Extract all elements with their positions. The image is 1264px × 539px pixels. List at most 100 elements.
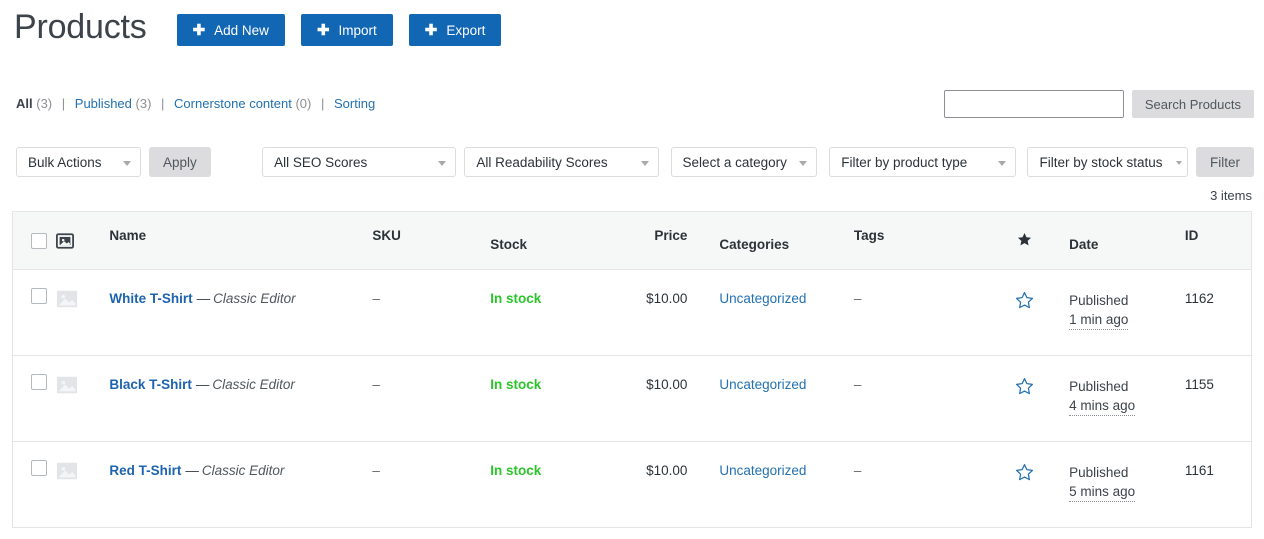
row-sku-cell: – (372, 442, 490, 528)
row-featured-cell (989, 356, 1061, 442)
name-separator: — (185, 463, 199, 478)
post-state-label: Classic Editor (202, 463, 285, 478)
plus-icon: ✚ (317, 23, 330, 38)
column-header-categories: Categories (705, 212, 842, 270)
row-categories-cell: Uncategorized (705, 356, 842, 442)
seo-scores-select[interactable]: All SEO Scores (262, 147, 456, 177)
plus-icon: ✚ (193, 23, 206, 38)
export-button[interactable]: ✚ Export (409, 14, 502, 46)
view-separator: | (321, 96, 324, 111)
table-head: Name SKU Stock Price Categories Tags (13, 212, 1252, 270)
row-price-cell: $10.00 (616, 442, 705, 528)
category-select[interactable]: Select a category (671, 147, 818, 177)
view-link-cornerstone-content[interactable]: Cornerstone content (174, 96, 292, 111)
add-new-label: Add New (214, 23, 269, 38)
search-box: Search Products (944, 90, 1254, 118)
row-checkbox-cell (13, 270, 56, 356)
apply-button[interactable]: Apply (149, 147, 211, 177)
column-header-thumbnail (56, 212, 99, 270)
row-sku-cell: – (372, 270, 490, 356)
view-link-published[interactable]: Published (75, 96, 132, 111)
product-type-select[interactable]: Filter by product type (829, 147, 1015, 177)
star-outline-icon[interactable] (1015, 291, 1034, 310)
view-link-sorting[interactable]: Sorting (334, 96, 375, 111)
category-label: Select a category (683, 155, 787, 170)
row-checkbox[interactable] (31, 460, 47, 476)
row-thumbnail-cell (56, 356, 99, 442)
row-checkbox[interactable] (31, 288, 47, 304)
chevron-down-icon (123, 161, 131, 166)
view-link-all[interactable]: All (16, 96, 33, 111)
column-header-sku[interactable]: SKU (372, 212, 490, 270)
row-id-cell: 1162 (1175, 270, 1252, 356)
stock-status-label: Filter by stock status (1039, 155, 1162, 170)
items-count-row: 3 items (0, 188, 1264, 203)
row-stock-cell: In stock (490, 270, 616, 356)
row-price-cell: $10.00 (616, 270, 705, 356)
category-link[interactable]: Uncategorized (719, 291, 806, 306)
product-id: 1162 (1185, 291, 1214, 306)
items-count: 3 items (1210, 188, 1252, 203)
view-count-all: (3) (36, 96, 52, 111)
row-checkbox[interactable] (31, 374, 47, 390)
readability-scores-label: All Readability Scores (476, 155, 607, 170)
chevron-down-icon (641, 161, 649, 166)
row-tags-cell: – (842, 270, 989, 356)
bulk-actions-select[interactable]: Bulk Actions (16, 147, 141, 177)
row-featured-cell (989, 442, 1061, 528)
search-products-button[interactable]: Search Products (1132, 90, 1254, 118)
column-header-select-all (13, 212, 56, 270)
column-header-tags: Tags (842, 212, 989, 270)
date-relative: 5 mins ago (1069, 482, 1135, 502)
filter-button[interactable]: Filter (1196, 147, 1254, 177)
import-button[interactable]: ✚ Import (301, 14, 393, 46)
date-status: Published (1069, 291, 1175, 310)
header-action-buttons: ✚ Add New ✚ Import ✚ Export (177, 14, 502, 46)
column-header-date[interactable]: Date (1061, 212, 1175, 270)
image-placeholder-icon (56, 460, 78, 482)
column-header-stock[interactable]: Stock (490, 212, 616, 270)
row-tags-cell: – (842, 356, 989, 442)
row-featured-cell (989, 270, 1061, 356)
stock-status-badge: In stock (490, 377, 541, 392)
name-separator: — (196, 377, 210, 392)
export-label: Export (446, 23, 485, 38)
column-header-featured[interactable] (989, 212, 1061, 270)
product-id: 1155 (1185, 377, 1214, 392)
chevron-down-icon (1176, 161, 1182, 165)
select-all-checkbox[interactable] (31, 233, 47, 249)
search-input[interactable] (944, 90, 1124, 118)
star-outline-icon[interactable] (1015, 463, 1034, 482)
row-id-cell: 1161 (1175, 442, 1252, 528)
row-name-cell: Black T-Shirt—Classic Editor (99, 356, 372, 442)
image-icon (56, 232, 74, 250)
views-filter-links: All (3) | Published (3) | Cornerstone co… (16, 90, 375, 114)
product-id: 1161 (1185, 463, 1214, 478)
row-stock-cell: In stock (490, 442, 616, 528)
date-relative: 1 min ago (1069, 310, 1128, 330)
category-link[interactable]: Uncategorized (719, 463, 806, 478)
table-header-row: Name SKU Stock Price Categories Tags (13, 212, 1252, 270)
stock-status-select[interactable]: Filter by stock status (1027, 147, 1188, 177)
row-categories-cell: Uncategorized (705, 442, 842, 528)
product-name-link[interactable]: Black T-Shirt (109, 377, 192, 392)
column-header-name[interactable]: Name (99, 212, 372, 270)
view-separator: | (62, 96, 65, 111)
product-name-link[interactable]: Red T-Shirt (109, 463, 181, 478)
row-sku-cell: – (372, 356, 490, 442)
readability-scores-select[interactable]: All Readability Scores (464, 147, 658, 177)
product-name-link[interactable]: White T-Shirt (109, 291, 192, 306)
column-header-price[interactable]: Price (616, 212, 705, 270)
row-tags-cell: – (842, 442, 989, 528)
add-new-button[interactable]: ✚ Add New (177, 14, 285, 46)
row-checkbox-cell (13, 356, 56, 442)
import-label: Import (339, 23, 377, 38)
filter-toolbar: Bulk Actions Apply All SEO Scores All Re… (0, 147, 1264, 177)
star-outline-icon[interactable] (1015, 377, 1034, 396)
category-link[interactable]: Uncategorized (719, 377, 806, 392)
row-date-cell: Published 5 mins ago (1061, 442, 1175, 528)
date-status: Published (1069, 377, 1175, 396)
row-date-cell: Published 1 min ago (1061, 270, 1175, 356)
row-date-cell: Published 4 mins ago (1061, 356, 1175, 442)
product-price: $10.00 (616, 377, 687, 392)
